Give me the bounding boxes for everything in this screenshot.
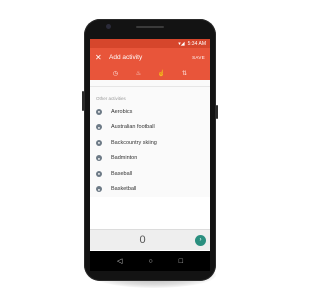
back-icon[interactable]: ◁	[117, 257, 122, 265]
list-item[interactable]: ● Basketball	[90, 182, 210, 198]
earpiece	[136, 26, 164, 28]
confirm-icon[interactable]: ›	[195, 234, 206, 246]
nav-bar: ◁ ○ □	[90, 251, 210, 271]
list-item[interactable]: ● Aerobics	[90, 104, 210, 120]
app-bar: ✕ Add activity SAVE	[90, 48, 210, 66]
number-input-bar: 0 ›	[90, 229, 210, 250]
recents-icon[interactable]: □	[179, 258, 183, 265]
activity-icon: ●	[96, 186, 102, 193]
phone-frame: ▾◢ 5:34 AM ✕ Add activity SAVE ◷ ♨ ☝ ⇅ O…	[82, 19, 218, 281]
screen: ▾◢ 5:34 AM ✕ Add activity SAVE ◷ ♨ ☝ ⇅ O…	[90, 39, 210, 271]
list-item[interactable]: ● Badminton	[90, 151, 210, 167]
number-input[interactable]: 0	[90, 234, 195, 246]
list-item[interactable]: ● Backcountry skiing	[90, 135, 210, 151]
home-icon[interactable]: ○	[148, 258, 152, 265]
flame-icon[interactable]: ♨	[134, 70, 144, 77]
save-button[interactable]: SAVE	[192, 55, 205, 60]
power-button	[216, 105, 218, 119]
clock-icon[interactable]: ◷	[111, 70, 121, 77]
close-icon[interactable]: ✕	[95, 53, 105, 62]
activity-icon: ●	[96, 108, 102, 115]
list-item[interactable]: ● Australian football	[90, 120, 210, 136]
list-item-cut	[90, 80, 210, 87]
signal-icon: ▾◢	[178, 40, 185, 47]
activity-list: Other activities ● Aerobics ● Australian…	[90, 80, 210, 197]
tab-bar: ◷ ♨ ☝ ⇅	[90, 66, 210, 80]
status-bar: ▾◢ 5:34 AM	[90, 39, 210, 48]
activity-icon: ●	[96, 155, 102, 162]
swap-icon[interactable]: ⇅	[180, 70, 190, 77]
section-label: Other activities	[96, 96, 126, 101]
hand-icon[interactable]: ☝	[157, 70, 167, 77]
activity-icon: ●	[96, 139, 102, 146]
activity-icon: ●	[96, 170, 102, 177]
app-bar-title: Add activity	[109, 53, 143, 61]
front-camera	[106, 24, 111, 29]
list-item[interactable]: ● Baseball	[90, 166, 210, 182]
status-time: 5:34 AM	[187, 40, 206, 47]
activity-icon: ●	[96, 124, 102, 131]
volume-button	[82, 91, 84, 111]
